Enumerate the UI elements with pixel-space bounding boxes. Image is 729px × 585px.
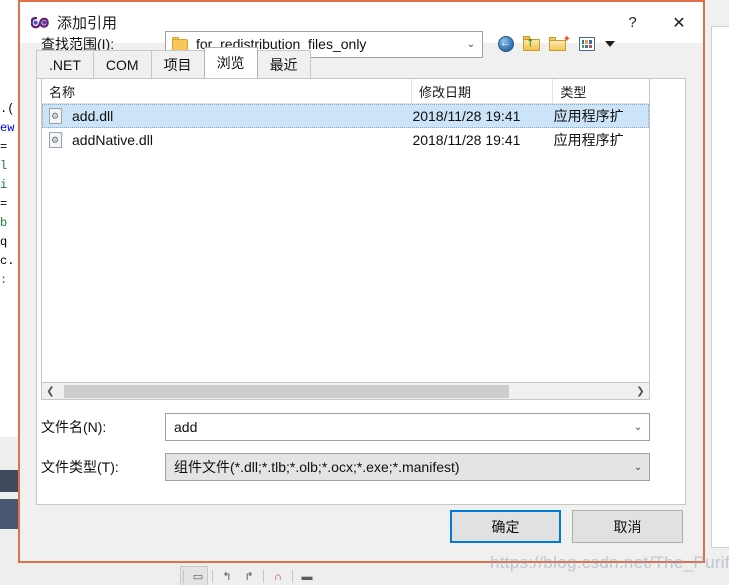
column-header-date-label: 修改日期 [419, 84, 472, 100]
file-name-text: add.dll [72, 108, 114, 124]
tab-label: 最近 [269, 56, 298, 73]
file-list-horizontal-scrollbar[interactable]: ❮ ❯ [41, 383, 650, 400]
tab-label: .NET [49, 56, 81, 73]
back-arrow-icon[interactable]: ← [495, 35, 516, 54]
table-row[interactable]: ⚙ addNative.dll 2018/11/28 19:41 应用程序扩 [42, 128, 649, 152]
column-header-name[interactable]: 名称 ⌃ [42, 78, 413, 103]
tab-COM[interactable]: COM [92, 50, 152, 78]
scrollbar-track[interactable] [59, 384, 632, 399]
cancel-button[interactable]: 取消 [572, 510, 683, 543]
folder-up-icon[interactable]: ↑ [522, 35, 543, 54]
file-list-rows: ⚙ add.dll 2018/11/28 19:41 应用程序扩 ⚙ addNative.… [42, 104, 649, 152]
column-header-date[interactable]: 修改日期 [412, 79, 554, 103]
toolbar-separator [212, 570, 213, 583]
column-header-name-label: 名称 [49, 84, 76, 100]
file-list[interactable]: 名称 ⌃ 修改日期 类型 ⚙ add.dll 2018/11/28 19:41 应用程… [41, 78, 650, 383]
toolbar-separator [263, 570, 264, 583]
background-right-inner-pane [711, 26, 729, 548]
file-name-input[interactable]: add [166, 419, 627, 435]
file-name-label: 文件名(N): [41, 419, 107, 435]
file-type-row: 文件类型(T): 组件文件(*.dll;*.tlb;*.olb;*.ocx;*.… [41, 453, 650, 481]
file-type-combobox[interactable]: 组件文件(*.dll;*.tlb;*.olb;*.ocx;*.exe;*.man… [165, 453, 650, 481]
chevron-down-icon[interactable]: ⌄ [627, 455, 649, 480]
tab-label: 项目 [163, 56, 192, 73]
file-name-combobox[interactable]: add ⌄ [165, 413, 650, 441]
dialog-buttons: 确定 取消 [450, 510, 683, 543]
column-header-type[interactable]: 类型 [553, 79, 649, 103]
chevron-right-icon[interactable]: ❯ [632, 384, 649, 399]
cell-type: 应用程序扩 [553, 132, 624, 148]
stop-icon: ∩ [274, 570, 282, 583]
toolbar-separator [292, 570, 293, 583]
toolbar-separator [183, 570, 184, 583]
tab-label: 浏览 [216, 55, 245, 71]
undo-icon: ↰ [222, 571, 232, 583]
dll-file-icon: ⚙ [49, 132, 64, 148]
scrollbar-thumb[interactable] [64, 384, 509, 398]
tab-[interactable]: 项目 [150, 50, 205, 78]
chevron-down-icon[interactable]: ⌄ [460, 32, 482, 57]
caret-up-icon: ⌃ [232, 78, 241, 86]
views-dropdown-caret-icon[interactable] [605, 41, 615, 47]
dll-file-icon: ⚙ [49, 108, 64, 124]
close-button[interactable]: ✕ [655, 2, 703, 43]
visual-studio-infinity-icon [31, 14, 49, 32]
tab-.NET[interactable]: .NET [36, 50, 94, 78]
minus-icon: ▬ [301, 570, 313, 583]
chevron-down-icon[interactable]: ⌄ [627, 415, 649, 440]
file-type-label: 文件类型(T): [41, 459, 119, 475]
new-folder-icon[interactable]: ✦ [549, 34, 571, 54]
views-grid-icon[interactable] [576, 35, 597, 54]
redo-icon: ↱ [244, 571, 254, 583]
save-icon: ▭ [192, 571, 204, 583]
add-reference-dialog: 添加引用 ? ✕ .NET COM 项目 浏览 最近 查找范围(I): for_redi… [18, 0, 705, 563]
file-type-value: 组件文件(*.dll;*.tlb;*.olb;*.ocx;*.exe;*.man… [174, 459, 460, 475]
background-bottom-toolbar: ▭ ↰ ↱ ∩ ▬ [180, 568, 600, 585]
cell-name: ⚙ addNative.dll [42, 128, 412, 152]
table-row[interactable]: ⚙ add.dll 2018/11/28 19:41 应用程序扩 [42, 104, 649, 128]
navigation-toolbar: ← ↑ ✦ [495, 34, 615, 54]
cell-date-modified: 2018/11/28 19:41 [412, 108, 521, 124]
tab-bar: .NET COM 项目 浏览 最近 [36, 47, 311, 78]
file-list-header: 名称 ⌃ 修改日期 类型 [42, 79, 649, 104]
column-header-type-label: 类型 [560, 84, 587, 100]
screen: .(ew = l i = b q c.: ▭ ↰ ↱ ∩ ▬ 添加引用 ? ✕… [0, 0, 729, 585]
tab-[interactable]: 浏览 [203, 47, 258, 78]
cell-type: 应用程序扩 [553, 108, 624, 124]
chevron-left-icon[interactable]: ❮ [42, 384, 59, 399]
tab-[interactable]: 最近 [256, 50, 311, 78]
cell-name: ⚙ add.dll [42, 104, 412, 128]
ok-button[interactable]: 确定 [450, 510, 561, 543]
cell-date-modified: 2018/11/28 19:41 [412, 132, 521, 148]
file-name-row: 文件名(N): add ⌄ [41, 413, 650, 441]
file-name-text: addNative.dll [72, 132, 153, 148]
tab-label: COM [105, 56, 139, 73]
